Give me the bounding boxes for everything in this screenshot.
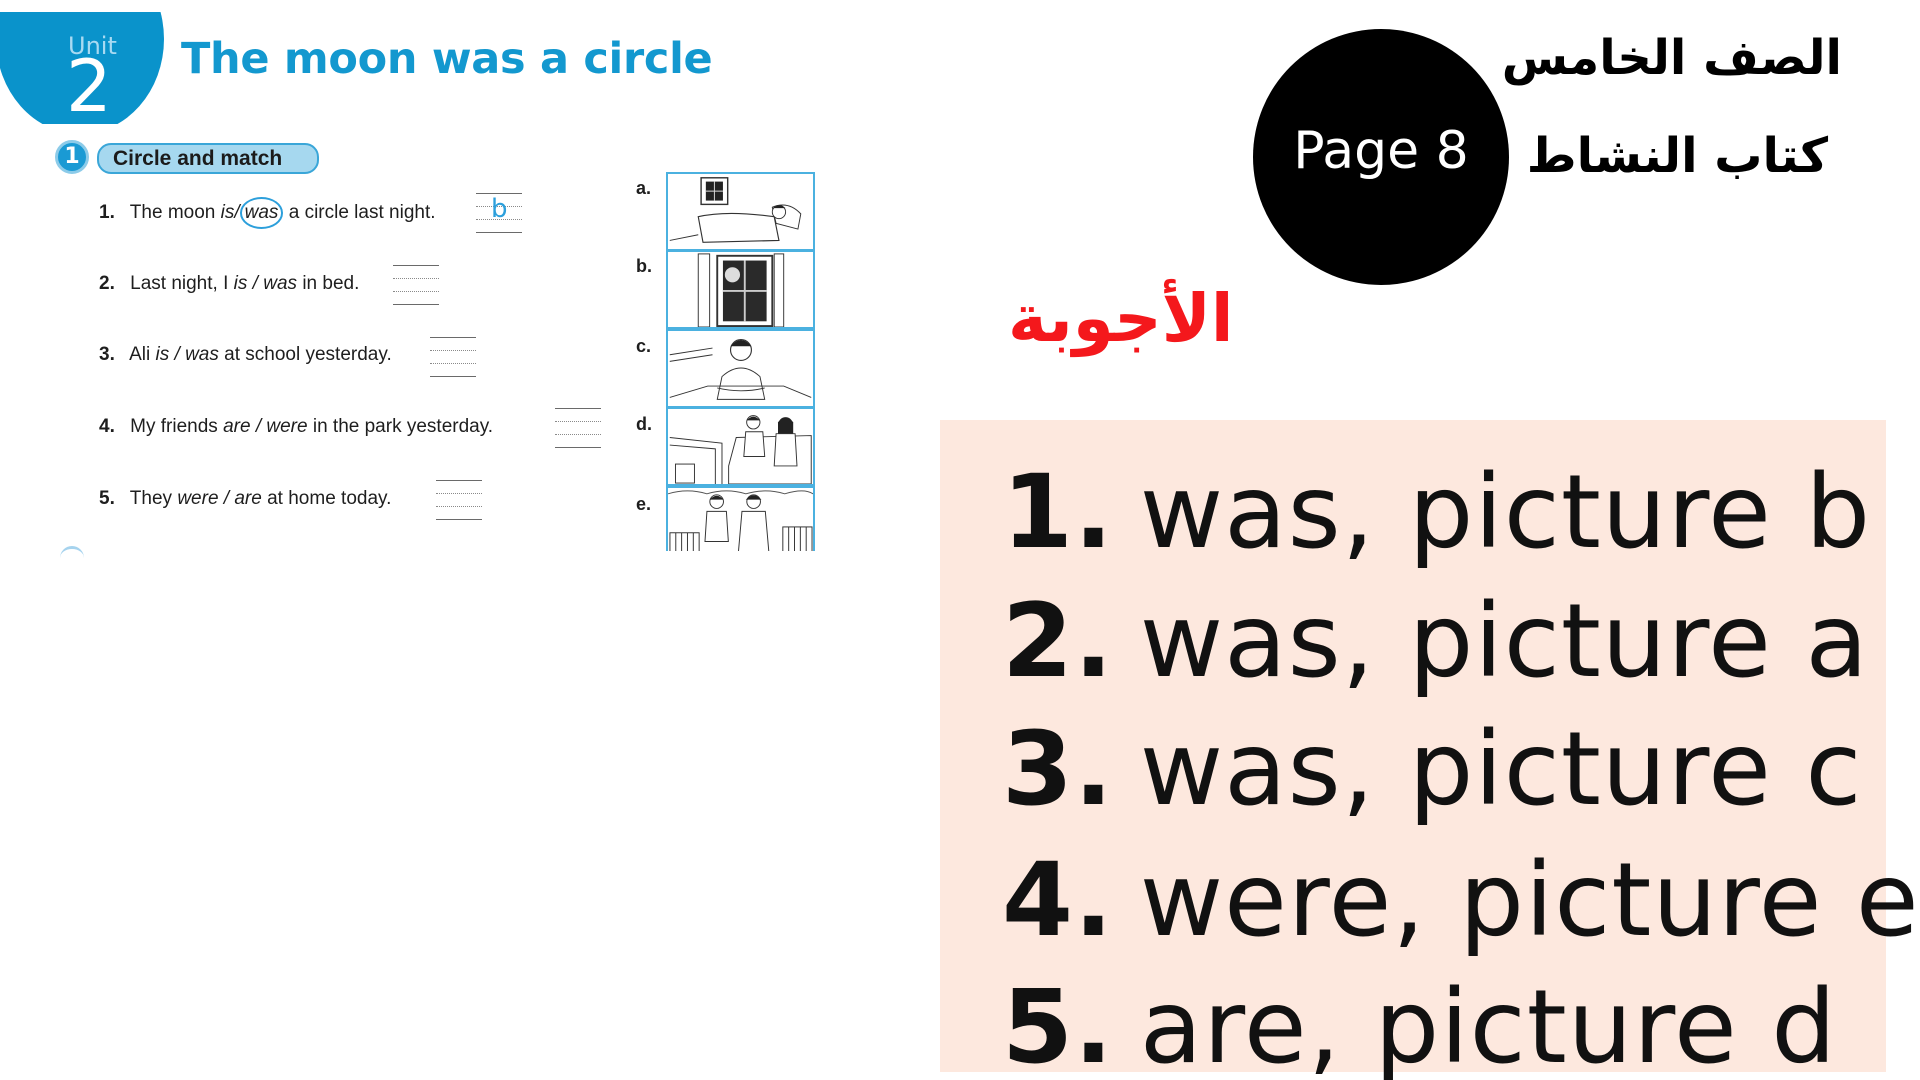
sofa-scene-icon — [669, 415, 812, 484]
unit-number: 2 — [66, 44, 112, 124]
answer-item: 1. was, picture b — [1002, 462, 1871, 564]
answer-writing-lines[interactable] — [430, 337, 476, 377]
answer-item: 3. was, picture c — [1002, 719, 1862, 821]
picture-label-d: d. — [636, 414, 652, 434]
question-number: 5. — [99, 488, 115, 509]
answer-text: was, picture b — [1139, 453, 1872, 572]
unit-badge: Unit 2 — [0, 12, 170, 124]
question-text-after: at home today. — [267, 488, 392, 509]
question-row: 5. They were / are at home today. — [99, 488, 391, 510]
picture-e-children-in-park[interactable] — [666, 486, 815, 551]
option-1[interactable]: is — [234, 273, 248, 294]
option-1[interactable]: is — [156, 344, 170, 365]
picture-label-b: b. — [636, 256, 652, 276]
question-row: 4. My friends are / were in the park yes… — [99, 416, 493, 438]
page-number-badge: Page 8 — [1253, 29, 1509, 285]
question-row: 3. Ali is / was at school yesterday. — [99, 344, 392, 366]
picture-c-boy-at-desk[interactable] — [666, 329, 815, 408]
picture-label-c: c. — [636, 336, 652, 356]
option-2-circled[interactable]: was — [239, 197, 284, 229]
option-1[interactable]: is — [221, 202, 235, 223]
answer-number: 3. — [1002, 710, 1114, 829]
moon-window-icon — [697, 253, 785, 327]
question-text-after: at school yesterday. — [224, 344, 392, 365]
handwritten-answer: b — [491, 194, 508, 224]
question-row: 1. The moon is/was a circle last night. — [99, 197, 436, 229]
question-text-before: Last night, I — [130, 273, 229, 294]
question-number: 2. — [99, 273, 115, 294]
option-1[interactable]: were — [177, 488, 218, 509]
answer-number: 1. — [1002, 453, 1114, 572]
question-text-before: Ali — [129, 344, 151, 365]
question-number: 1. — [99, 202, 115, 223]
bed-scene-icon — [669, 177, 802, 243]
option-2[interactable]: were — [266, 416, 307, 437]
picture-label-a: a. — [636, 178, 652, 198]
answer-writing-lines[interactable] — [555, 408, 601, 448]
answer-number: 2. — [1002, 582, 1114, 701]
question-number: 3. — [99, 344, 115, 365]
book-label: كتاب النشاط — [1526, 128, 1828, 184]
picture-a-boy-in-bed[interactable] — [666, 172, 815, 251]
answer-writing-lines[interactable]: b — [476, 193, 522, 233]
answer-number: 4. — [1002, 841, 1114, 960]
answer-number: 5. — [1002, 968, 1114, 1080]
answers-box: 1. was, picture b 2. was, picture a 3. was,… — [940, 420, 1919, 1079]
question-row: 2. Last night, I is / was in bed. — [99, 273, 359, 295]
park-scene-icon — [668, 490, 813, 551]
question-text-after: a circle last night. — [288, 202, 436, 223]
option-separator: / — [174, 344, 180, 365]
answer-item: 5. are, picture d — [1002, 977, 1837, 1079]
answer-item: 4. were, picture e — [1002, 850, 1920, 952]
grade-label: الصف الخامس — [1501, 30, 1842, 86]
unit-title: The moon was a circle — [181, 34, 713, 84]
option-separator: / — [234, 202, 240, 223]
answer-text: were, picture e — [1139, 841, 1920, 960]
boy-desk-icon — [669, 338, 812, 400]
answers-heading: الأجوبة — [1008, 280, 1234, 357]
picture-d-children-on-sofa[interactable] — [666, 407, 815, 486]
answer-text: are, picture d — [1139, 968, 1837, 1080]
picture-label-e: e. — [636, 494, 652, 514]
option-separator: / — [255, 416, 262, 437]
question-number: 4. — [99, 416, 115, 437]
option-2[interactable]: are — [234, 488, 261, 509]
question-text-before: My friends — [130, 416, 218, 437]
option-2[interactable]: was — [263, 273, 297, 294]
option-separator: / — [252, 273, 258, 294]
answer-item: 2. was, picture a — [1002, 591, 1869, 693]
option-separator: / — [223, 488, 230, 509]
answer-text: was, picture a — [1139, 582, 1869, 701]
question-text-before: They — [129, 488, 173, 509]
exercise-instruction: Circle and match — [97, 143, 319, 174]
option-2[interactable]: was — [185, 344, 219, 365]
option-1[interactable]: are — [223, 416, 250, 437]
question-text-after: in bed. — [302, 273, 360, 294]
answer-writing-lines[interactable] — [393, 265, 439, 305]
picture-b-moon-window[interactable] — [666, 250, 815, 329]
question-text-before: The moon — [129, 202, 216, 223]
next-exercise-badge-edge — [60, 546, 84, 570]
exercise-number-badge: 1 — [55, 140, 89, 174]
page-number-label: Page 8 — [1293, 121, 1469, 181]
answer-writing-lines[interactable] — [436, 480, 482, 520]
answer-text: was, picture c — [1139, 710, 1863, 829]
question-text-after: in the park yesterday. — [312, 416, 494, 437]
